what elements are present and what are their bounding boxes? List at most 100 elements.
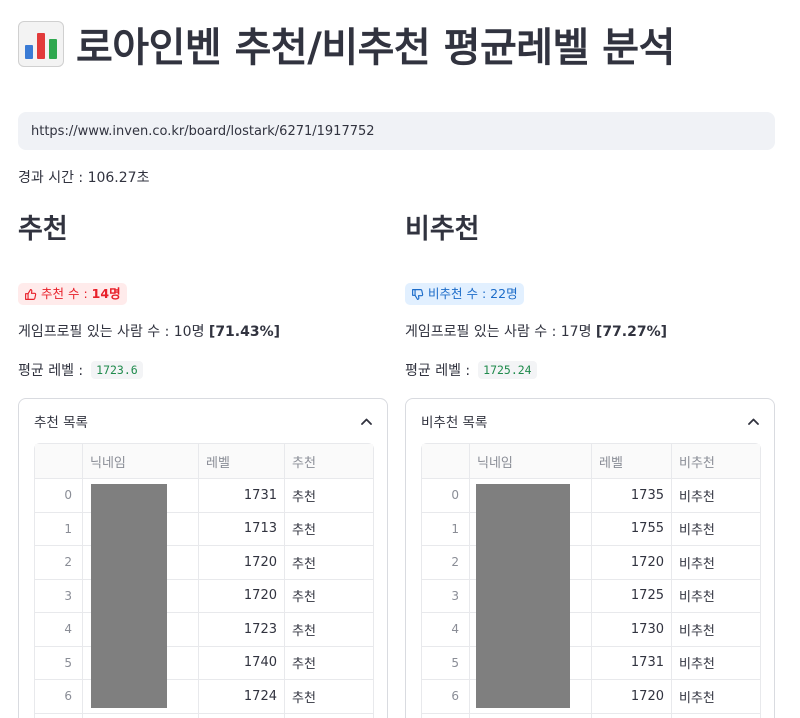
column-header-nickname[interactable]: 닉네임 [83, 444, 199, 478]
table-row[interactable]: 2 1720 추천 [35, 546, 373, 580]
table-row[interactable]: 1 1755 비추천 [422, 512, 760, 546]
row-index: 6 [35, 680, 83, 713]
not-recommend-list-expander: 비추천 목록 닉네임 레벨 비추천 0 1735 비추천 1 1755 비추천 2 172… [405, 398, 775, 718]
recommend-column: 추천 추천 수 : 14명 게임프로필 있는 사람 수 : 10명 [71.43… [18, 210, 388, 718]
column-header-index [35, 444, 83, 478]
table-row[interactable]: 3 1720 추천 [35, 579, 373, 613]
row-level: 1720 [592, 680, 672, 713]
row-type: 비추천 [679, 657, 715, 673]
row-level: 1740 [199, 646, 285, 679]
table-row[interactable]: 5 1740 추천 [35, 646, 373, 680]
bar-chart-icon [18, 21, 64, 67]
table-header-row: 닉네임 레벨 비추천 [422, 444, 760, 479]
row-index: 2 [35, 546, 83, 579]
not-recommend-column: 비추천 비추천 수 : 22명 게임프로필 있는 사람 수 : 17명 [77.… [405, 210, 775, 718]
row-index: 4 [422, 613, 470, 646]
row-level: 1720 [199, 579, 285, 612]
table-row[interactable]: 2 1720 비추천 [422, 546, 760, 580]
row-level: 1725 [592, 579, 672, 612]
column-header-type[interactable]: 비추천 [672, 444, 760, 478]
table-row[interactable]: 5 1731 비추천 [422, 646, 760, 680]
row-type: 비추천 [679, 523, 715, 539]
column-header-nickname[interactable]: 닉네임 [470, 444, 592, 478]
row-type: 추천 [292, 556, 316, 572]
not-recommend-title: 비추천 [405, 214, 480, 245]
row-level: 1755 [592, 512, 672, 545]
thumbs-down-icon [412, 288, 424, 300]
column-header-level[interactable]: 레벨 [199, 444, 285, 478]
table-row[interactable]: 6 1720 비추천 [422, 680, 760, 714]
recommend-profile-text: 게임프로필 있는 사람 수 : 10명 [18, 324, 209, 340]
row-index: 0 [35, 479, 83, 512]
recommend-avg-level: 평균 레벨 : 1723.6 [18, 360, 143, 380]
table-row[interactable]: 3 1725 비추천 [422, 579, 760, 613]
column-header-type[interactable]: 추천 [285, 444, 373, 478]
row-level: 1731 [592, 646, 672, 679]
row-level: 1713 [199, 512, 285, 545]
table-row[interactable]: 0 1731 추천 [35, 479, 373, 513]
not-recommend-profile-stat: 게임프로필 있는 사람 수 : 17명 [77.27%] [405, 321, 667, 341]
table-row[interactable]: 4 1723 추천 [35, 613, 373, 647]
recommend-profile-stat: 게임프로필 있는 사람 수 : 10명 [71.43%] [18, 321, 280, 341]
row-level: 1731 [199, 479, 285, 512]
row-index: 1 [35, 512, 83, 545]
table-row[interactable]: 0 1735 비추천 [422, 479, 760, 513]
thumbs-up-icon [25, 288, 37, 300]
recommend-table[interactable]: 닉네임 레벨 추천 0 1731 추천 1 1713 추천 2 1720 추천 3 1720 추… [34, 443, 374, 718]
chevron-up-icon[interactable] [359, 414, 373, 428]
row-index: 0 [422, 479, 470, 512]
not-recommend-avg-label: 평균 레벨 : [405, 363, 471, 379]
row-type: 추천 [292, 623, 316, 639]
row-type: 추천 [292, 690, 316, 706]
recommend-list-header[interactable]: 추천 목록 [19, 399, 387, 443]
row-type: 추천 [292, 489, 316, 505]
url-input[interactable] [18, 112, 775, 150]
recommend-avg-label: 평균 레벨 : [18, 363, 84, 379]
row-index: 3 [35, 579, 83, 612]
not-recommend-count-value: 22명 [490, 286, 518, 301]
not-recommend-avg-value: 1725.24 [478, 361, 537, 379]
page-title-text: 로아인벤 추천/비추천 평균레벨 분석 [76, 25, 675, 71]
row-type: 추천 [292, 657, 316, 673]
not-recommend-count-badge: 비추천 수 : 22명 [405, 283, 524, 305]
recommend-profile-pct: [71.43%] [208, 324, 281, 340]
not-recommend-list-header[interactable]: 비추천 목록 [406, 399, 774, 443]
row-type: 비추천 [679, 489, 715, 505]
table-row[interactable]: 1 1713 추천 [35, 512, 373, 546]
page-title: 로아인벤 추천/비추천 평균레벨 분석 [18, 14, 675, 74]
not-recommend-profile-text: 게임프로필 있는 사람 수 : 17명 [405, 324, 596, 340]
row-type: 비추천 [679, 690, 715, 706]
table-row[interactable]: 6 1724 추천 [35, 680, 373, 714]
row-type: 추천 [292, 590, 316, 606]
table-row[interactable]: 4 1730 비추천 [422, 613, 760, 647]
not-recommend-table[interactable]: 닉네임 레벨 비추천 0 1735 비추천 1 1755 비추천 2 1720 비추천 31… [421, 443, 761, 718]
row-index: 5 [422, 646, 470, 679]
row-index: 2 [422, 546, 470, 579]
recommend-count-value: 14명 [91, 286, 121, 301]
row-level: 1720 [199, 546, 285, 579]
row-index: 4 [35, 613, 83, 646]
row-level: 1735 [592, 479, 672, 512]
recommend-count-label: 추천 수 : [41, 286, 88, 301]
row-level: 1724 [199, 680, 285, 713]
recommend-avg-value: 1723.6 [91, 361, 143, 379]
table-row[interactable] [422, 713, 760, 718]
table-row[interactable] [35, 713, 373, 718]
row-level: 1720 [592, 546, 672, 579]
recommend-list-title: 추천 목록 [34, 415, 88, 431]
row-level: 1730 [592, 613, 672, 646]
row-level: 1723 [199, 613, 285, 646]
nickname-redaction [91, 484, 167, 708]
chevron-up-icon[interactable] [746, 414, 760, 428]
column-header-level[interactable]: 레벨 [592, 444, 672, 478]
recommend-title: 추천 [18, 214, 68, 245]
not-recommend-count-label: 비추천 수 : [428, 286, 487, 301]
elapsed-time: 경과 시간 : 106.27초 [18, 170, 150, 186]
not-recommend-avg-level: 평균 레벨 : 1725.24 [405, 360, 537, 380]
row-index: 1 [422, 512, 470, 545]
row-type: 비추천 [679, 623, 715, 639]
row-type: 비추천 [679, 590, 715, 606]
table-header-row: 닉네임 레벨 추천 [35, 444, 373, 479]
nickname-redaction [476, 484, 570, 708]
row-index: 6 [422, 680, 470, 713]
